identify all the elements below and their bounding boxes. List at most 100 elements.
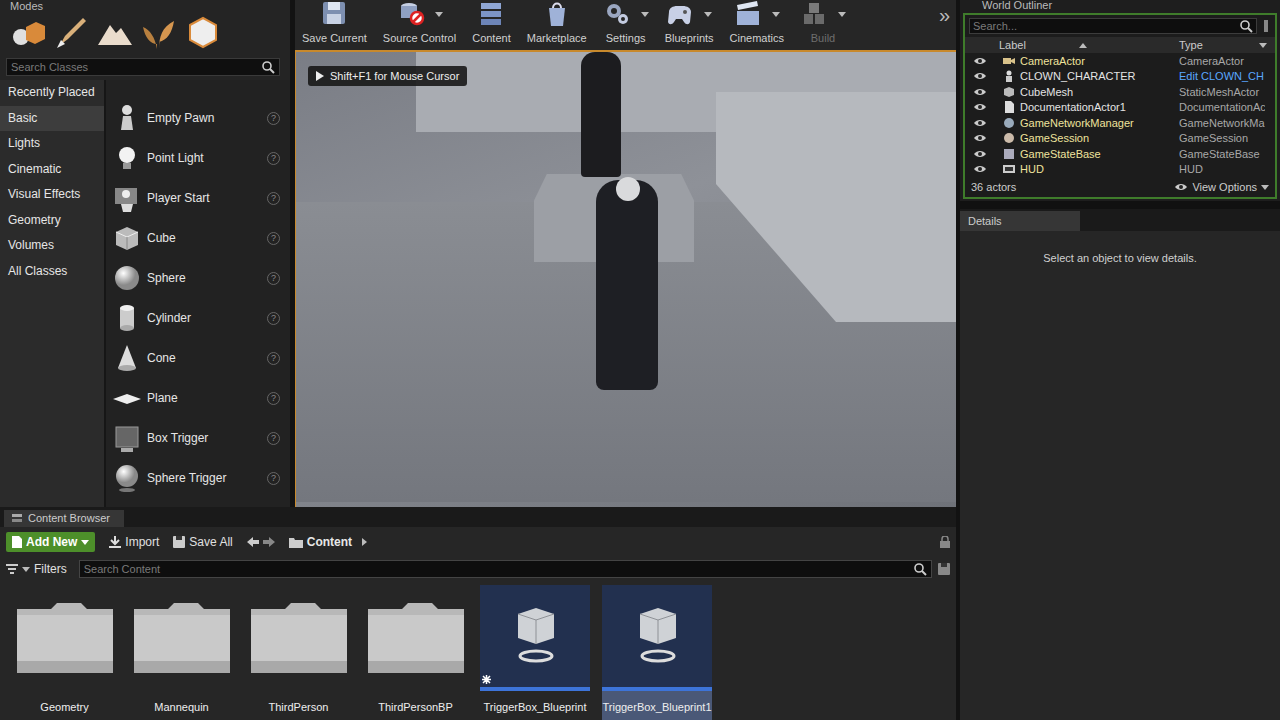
place-item[interactable]: Plane? [106, 378, 280, 418]
help-button[interactable]: ? [267, 392, 280, 405]
outliner-footer: 36 actorsView Options [965, 177, 1275, 197]
left-area: ModesRecently PlacedBasicLightsCinematic… [0, 0, 956, 720]
details-tab[interactable]: Details [960, 211, 1080, 231]
help-button[interactable]: ? [267, 272, 280, 285]
save-search-icon[interactable] [938, 563, 950, 575]
actor-type-icon [1004, 149, 1014, 159]
category-item[interactable]: Geometry [0, 208, 104, 234]
filters-button[interactable]: Filters [6, 562, 67, 576]
toolbar-button[interactable]: Blueprints [660, 0, 719, 45]
toolbar-button[interactable]: Marketplace [522, 0, 592, 45]
toolbar-overflow-button[interactable]: » [939, 0, 950, 30]
place-item[interactable]: Player Start? [106, 178, 280, 218]
place-mode-icon[interactable] [8, 13, 46, 51]
asset-tile[interactable]: ThirdPersonBP [363, 585, 468, 720]
category-item[interactable]: Volumes [0, 233, 104, 259]
actor-type-icon [1003, 163, 1015, 175]
category-item[interactable]: Recently Placed [0, 80, 104, 106]
modes-title: Modes [10, 1, 43, 12]
toolbar-button[interactable]: Cinematics [725, 0, 789, 45]
toolbar-button[interactable]: Content [467, 0, 516, 45]
place-item[interactable]: Cylinder? [106, 298, 280, 338]
lock-icon[interactable] [940, 536, 950, 548]
visibility-toggle[interactable] [965, 86, 995, 98]
help-button[interactable]: ? [267, 152, 280, 165]
content-search-input[interactable] [84, 563, 913, 575]
label-column-header[interactable]: Label [995, 39, 1179, 51]
geometry-mode-icon[interactable] [184, 13, 222, 51]
outliner-row[interactable]: HUDHUD [965, 162, 1265, 178]
visibility-toggle[interactable] [965, 55, 995, 67]
add-new-button[interactable]: Add New [6, 532, 95, 552]
class-search-input[interactable] [11, 61, 261, 73]
outliner-row[interactable]: GameNetworkManagerGameNetworkMa [965, 115, 1265, 131]
forward-arrow-icon[interactable] [263, 537, 275, 547]
asset-tile[interactable]: ThirdPerson [246, 585, 351, 720]
help-button[interactable]: ? [267, 192, 280, 205]
outliner-row[interactable]: CLOWN_CHARACTEREdit CLOWN_CH [965, 69, 1265, 85]
breadcrumb-item[interactable]: Content [307, 535, 352, 549]
content-browser-tab[interactable]: Content Browser [4, 510, 124, 527]
asset-tile[interactable]: Mannequin [129, 585, 234, 720]
help-button[interactable]: ? [267, 312, 280, 325]
asset-tile[interactable]: TriggerBox_Blueprint [480, 585, 590, 720]
save-all-label: Save All [189, 535, 232, 549]
help-button[interactable]: ? [267, 432, 280, 445]
toolbar-button[interactable]: Source Control [378, 0, 461, 45]
place-item[interactable]: Cube? [106, 218, 280, 258]
outliner-row[interactable]: CubeMeshStaticMeshActor [965, 84, 1265, 100]
world-outliner-tab[interactable]: World Outliner [960, 0, 1280, 11]
visibility-toggle[interactable] [965, 163, 995, 175]
splitter[interactable] [960, 201, 1280, 209]
help-button[interactable]: ? [267, 232, 280, 245]
category-item[interactable]: All Classes [0, 259, 104, 285]
category-item[interactable]: Cinematic [0, 157, 104, 183]
save-icon [323, 2, 345, 24]
actor-type-cell[interactable]: Edit CLOWN_CH [1179, 70, 1265, 82]
toolbar-button[interactable]: Save Current [297, 0, 372, 45]
visibility-toggle[interactable] [965, 117, 995, 129]
modes-tab[interactable]: Modes [0, 0, 290, 12]
outliner-search-input[interactable] [973, 20, 1239, 32]
landscape-mode-icon [96, 13, 134, 51]
place-item-label: Cube [147, 231, 263, 245]
outliner-row[interactable]: GameSessionGameSession [965, 131, 1265, 147]
category-item[interactable]: Visual Effects [0, 182, 104, 208]
folder-icon [289, 537, 303, 548]
foliage-mode-icon[interactable] [140, 13, 178, 51]
help-button[interactable]: ? [267, 472, 280, 485]
asset-tile[interactable]: Geometry [12, 585, 117, 720]
place-item[interactable]: Cone? [106, 338, 280, 378]
place-item[interactable]: Empty Pawn? [106, 98, 280, 138]
visibility-toggle[interactable] [965, 148, 995, 160]
toolbar-button[interactable]: Settings [598, 0, 654, 45]
settings-icon[interactable] [1261, 20, 1271, 32]
viewport[interactable]: Shift+F1 for Mouse Cursor [295, 50, 956, 507]
paint-mode-icon[interactable] [52, 13, 90, 51]
outliner-row[interactable]: GameStateBaseGameStateBase [965, 146, 1265, 162]
outliner-row[interactable]: CameraActorCameraActor [965, 53, 1265, 69]
import-button[interactable]: Import [109, 535, 159, 549]
help-button[interactable]: ? [267, 352, 280, 365]
category-item[interactable]: Lights [0, 131, 104, 157]
place-item-label: Cone [147, 351, 263, 365]
visibility-toggle[interactable] [965, 101, 995, 113]
category-item[interactable]: Basic [0, 106, 104, 132]
visibility-toggle[interactable] [965, 132, 995, 144]
save-all-button[interactable]: Save All [173, 535, 232, 549]
asset-tile[interactable]: TriggerBox_Blueprint1 [602, 585, 712, 720]
type-column-header[interactable]: Type [1179, 39, 1275, 51]
place-item[interactable]: Box Trigger? [106, 418, 280, 458]
help-button[interactable]: ? [267, 112, 280, 125]
trigger-box-icon [520, 651, 552, 661]
place-item[interactable]: Point Light? [106, 138, 280, 178]
view-options-button[interactable]: View Options [1174, 181, 1269, 193]
outliner-row[interactable]: DocumentationActor1DocumentationAc [965, 100, 1265, 116]
scene-figure-head [616, 177, 640, 201]
landscape-mode-icon[interactable] [96, 13, 134, 51]
visibility-toggle[interactable] [965, 70, 995, 82]
back-arrow-icon[interactable] [247, 537, 259, 547]
save-icon [328, 2, 340, 10]
place-item[interactable]: Sphere? [106, 258, 280, 298]
place-item[interactable]: Sphere Trigger? [106, 458, 280, 498]
